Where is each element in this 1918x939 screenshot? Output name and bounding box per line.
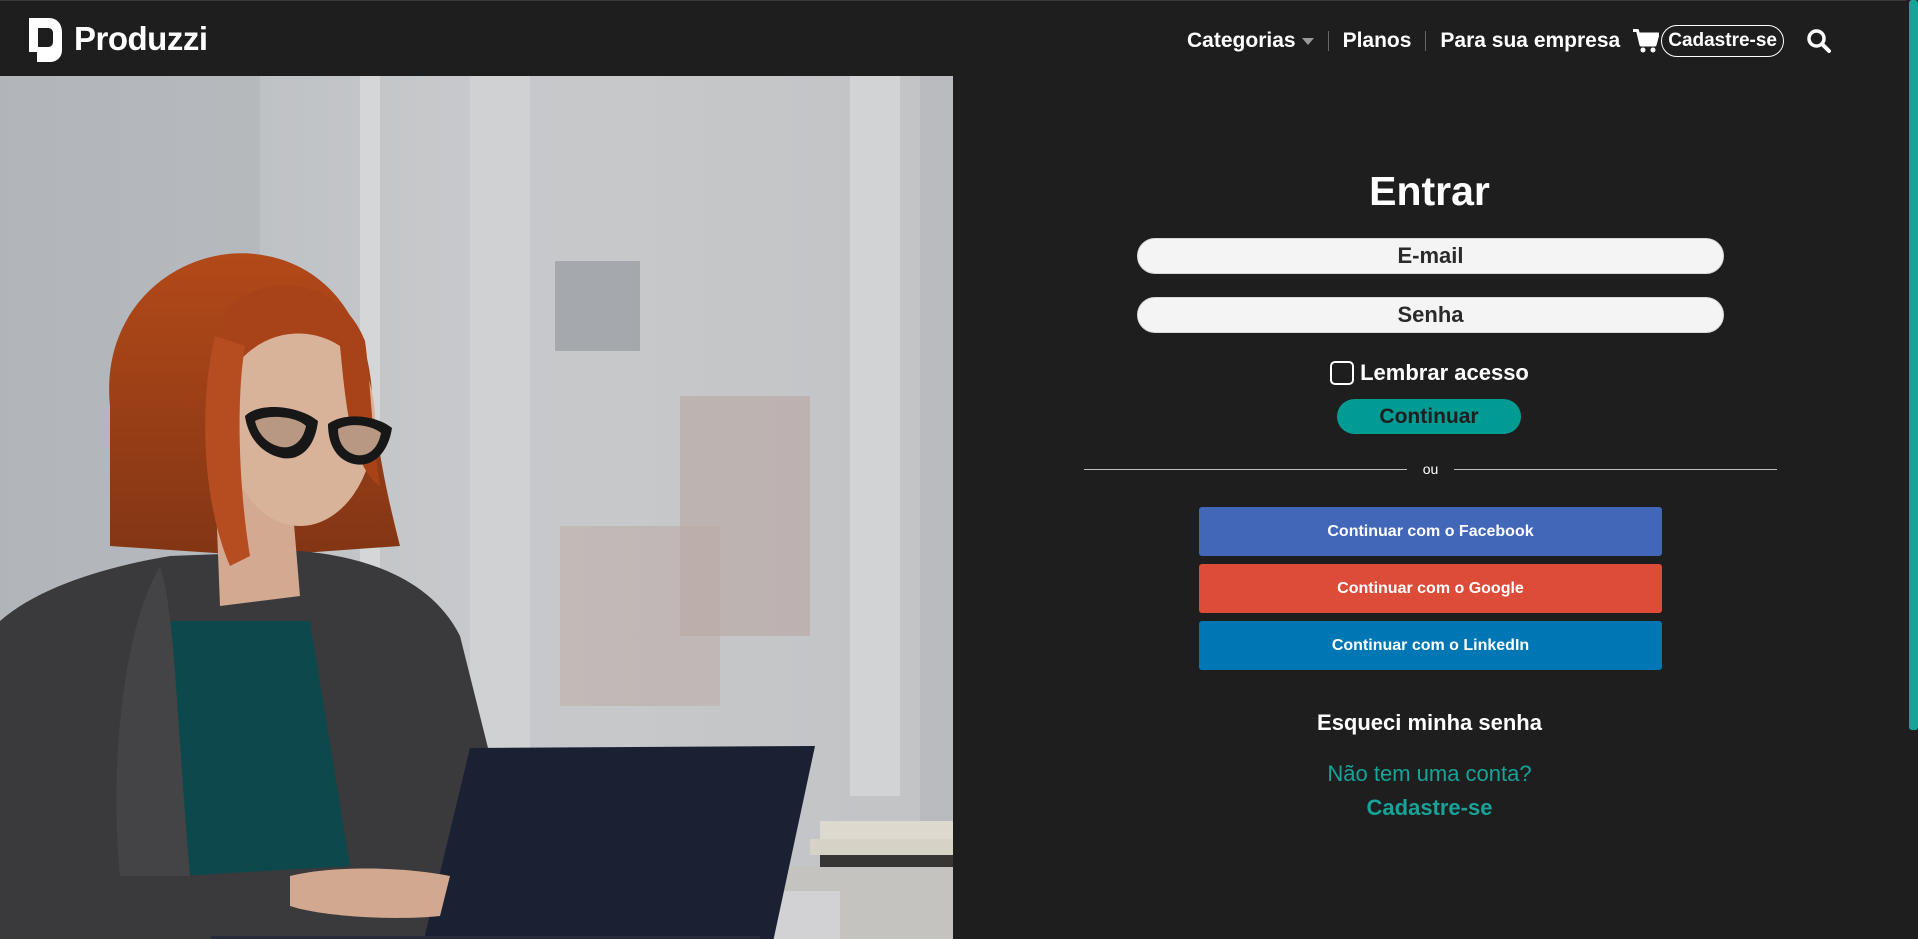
password-field[interactable] [1137,297,1724,333]
search-icon [1807,29,1831,53]
cart-button[interactable] [1633,29,1660,53]
google-login-button[interactable]: Continuar com o Google [1199,564,1662,613]
nav-business[interactable]: Para sua empresa [1440,29,1620,53]
brand-logo[interactable]: Produzzi [29,16,208,62]
email-field[interactable] [1137,238,1724,274]
main-nav: Categorias Planos Para sua empresa Cadas… [1187,19,1846,63]
nav-divider [1425,31,1427,51]
or-divider: ou [1084,461,1777,477]
linkedin-login-button[interactable]: Continuar com o LinkedIn [1199,621,1662,670]
continue-button[interactable]: Continuar [1337,399,1521,434]
search-button[interactable] [1806,28,1832,54]
forgot-password-link[interactable]: Esqueci minha senha [953,710,1906,736]
hero-image [0,76,953,939]
no-account-text: Não tem uma conta? [1327,761,1532,786]
remember-label[interactable]: Lembrar acesso [1360,360,1529,386]
header-signup-button[interactable]: Cadastre-se [1661,25,1784,57]
page-scrollbar-thumb[interactable] [1909,0,1918,730]
remember-checkbox[interactable] [1330,361,1355,385]
divider-text: ou [1422,461,1439,477]
logo-mark-icon [29,18,62,62]
login-panel: Entrar Lembrar acesso Continuar ou Conti… [953,76,1906,939]
cart-icon [1633,29,1660,53]
hero-photo [0,76,953,939]
facebook-login-button[interactable]: Continuar com o Facebook [1199,507,1662,556]
chevron-down-icon [1301,37,1314,45]
nav-divider [1327,31,1329,51]
top-header: Produzzi Categorias Planos Para sua empr… [0,0,1918,76]
nav-categories[interactable]: Categorias [1187,29,1314,53]
brand-name: Produzzi [74,20,208,57]
login-title: Entrar [1369,168,1490,214]
nav-categories-label: Categorias [1187,29,1296,52]
nav-plans[interactable]: Planos [1343,29,1412,53]
signup-link[interactable]: Cadastre-se [953,795,1906,821]
remember-row: Lembrar acesso [953,360,1906,386]
